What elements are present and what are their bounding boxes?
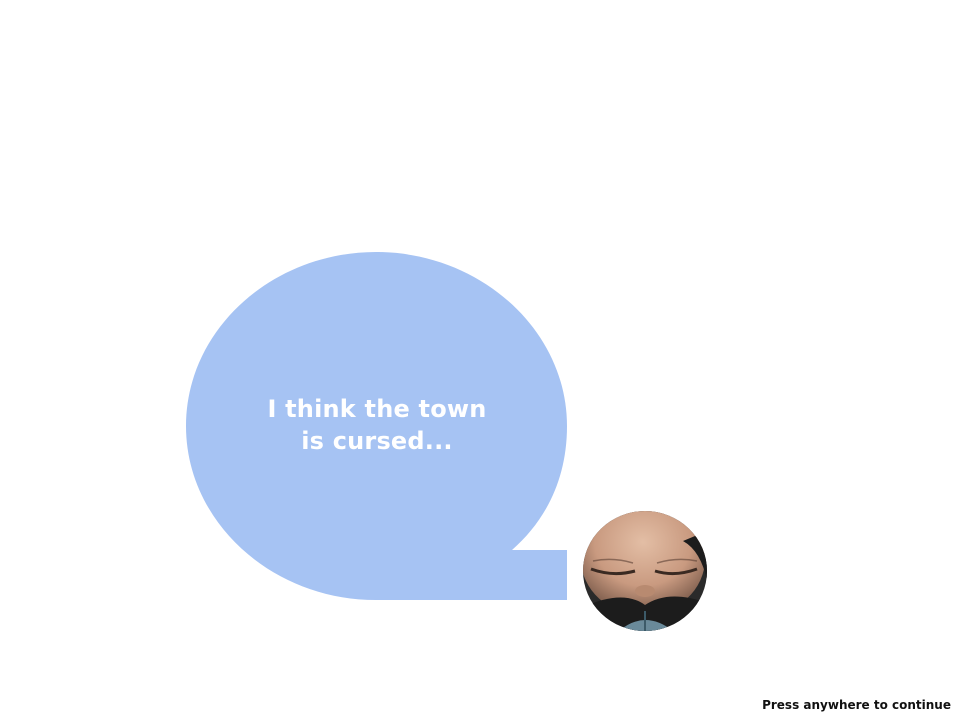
- speaker-avatar: [583, 511, 707, 631]
- speech-bubble: [186, 252, 567, 600]
- dialogue-text: I think the town is cursed...: [232, 393, 522, 457]
- dialogue-scene[interactable]: I think the town is cursed... Press anyw…: [0, 0, 960, 720]
- continue-hint: Press anywhere to continue: [762, 698, 951, 712]
- dialogue-line-2: is cursed...: [301, 427, 453, 455]
- smiling-face-portrait-icon: [583, 511, 707, 631]
- dialogue-line-1: I think the town: [267, 395, 487, 423]
